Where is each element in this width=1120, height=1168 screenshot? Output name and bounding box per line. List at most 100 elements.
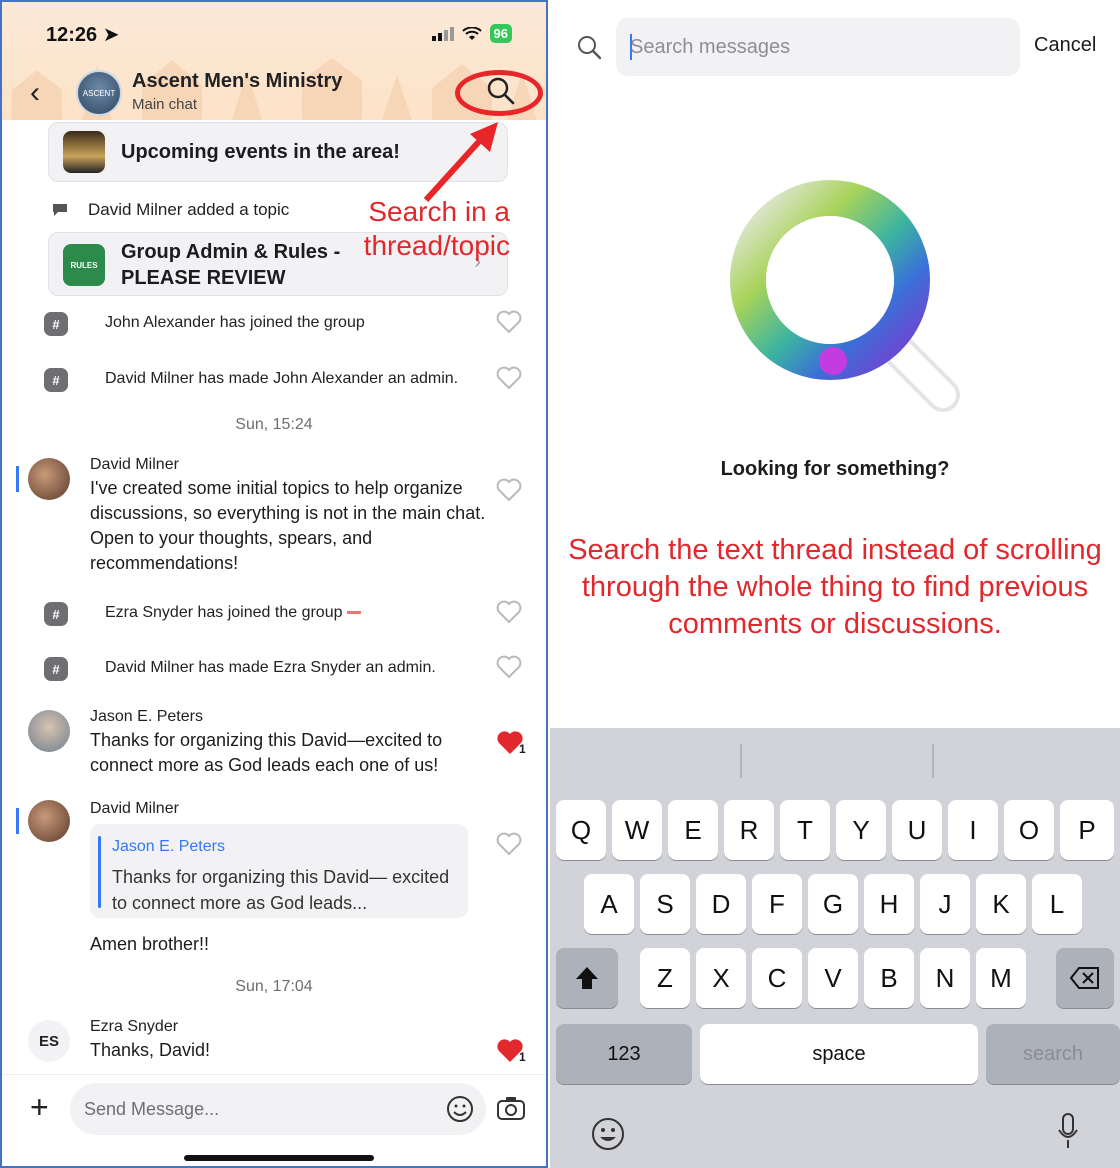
key-t[interactable]: T	[780, 800, 830, 860]
events-thumbnail	[63, 131, 105, 173]
message-item[interactable]: ES Ezra Snyder Thanks, David! 1	[2, 1016, 546, 1072]
numbers-key[interactable]: 123	[556, 1024, 692, 1084]
back-chevron-icon[interactable]: ‹	[30, 76, 40, 110]
key-b[interactable]: B	[864, 948, 914, 1008]
delete-backward-icon	[1070, 967, 1099, 989]
message-text: Thanks for organizing this David—excited…	[90, 730, 443, 775]
magnifier-illustration-icon	[730, 180, 960, 412]
avatar[interactable]	[28, 800, 70, 842]
like-count: 1	[519, 742, 526, 756]
avatar[interactable]: ES	[28, 1020, 70, 1062]
key-d[interactable]: D	[696, 874, 746, 934]
annotation-arrow	[423, 122, 498, 203]
key-w[interactable]: W	[612, 800, 662, 860]
key-g[interactable]: G	[808, 874, 858, 934]
message-author: David Milner	[90, 800, 179, 817]
suggestion-divider	[740, 744, 742, 778]
message-text: I've created some initial topics to help…	[90, 478, 486, 573]
status-indicators: 96	[431, 24, 512, 43]
time-separator: Sun, 15:24	[235, 416, 313, 433]
key-l[interactable]: L	[1032, 874, 1082, 934]
message-author: David Milner	[90, 456, 179, 473]
key-n[interactable]: N	[920, 948, 970, 1008]
microphone-icon[interactable]	[1056, 1112, 1080, 1152]
key-m[interactable]: M	[976, 948, 1026, 1008]
group-system-icon: #	[44, 312, 68, 336]
message-text: Amen brother!!	[90, 934, 210, 954]
heart-outline-icon[interactable]	[496, 600, 522, 624]
suggestion-divider	[932, 744, 934, 778]
key-j[interactable]: J	[920, 874, 970, 934]
key-o[interactable]: O	[1004, 800, 1054, 860]
key-i[interactable]: I	[948, 800, 998, 860]
keyboard: Q W E R T Y U I O P A S D F G H J K L Z …	[550, 728, 1120, 1168]
status-time: 12:26 ➤	[46, 24, 120, 46]
events-card-title: Upcoming events in the area!	[121, 141, 400, 163]
shift-arrow-icon	[576, 967, 598, 989]
key-e[interactable]: E	[668, 800, 718, 860]
heart-outline-icon[interactable]	[496, 655, 522, 679]
key-a[interactable]: A	[584, 874, 634, 934]
annotation-text-right: Search the text thread instead of scroll…	[568, 534, 1102, 640]
search-panel: Cancel Looking for something? Search the…	[550, 0, 1120, 1168]
topic-title-line2: PLEASE REVIEW	[121, 267, 286, 289]
key-c[interactable]: C	[752, 948, 802, 1008]
plus-icon[interactable]: +	[30, 1089, 49, 1126]
topic-title-line1: Group Admin & Rules -	[121, 241, 341, 263]
key-s[interactable]: S	[640, 874, 690, 934]
avatar[interactable]	[28, 710, 70, 752]
time-separator: Sun, 17:04	[235, 978, 313, 995]
wifi-icon	[461, 26, 482, 40]
message-composer: + Send Message...	[2, 1074, 546, 1166]
key-z[interactable]: Z	[640, 948, 690, 1008]
key-q[interactable]: Q	[556, 800, 606, 860]
key-f[interactable]: F	[752, 874, 802, 934]
heart-outline-icon[interactable]	[496, 832, 522, 856]
avatar[interactable]	[28, 458, 70, 500]
quoted-reply[interactable]: Jason E. Peters Thanks for organizing th…	[90, 824, 468, 918]
key-k[interactable]: K	[976, 874, 1026, 934]
key-y[interactable]: Y	[836, 800, 886, 860]
quote-bar	[98, 836, 101, 908]
system-message: # Ezra Snyder has joined the group	[42, 598, 532, 634]
system-message: # David Milner has made John Alexander a…	[42, 364, 532, 400]
system-message: # John Alexander has joined the group	[42, 308, 532, 344]
backspace-key[interactable]	[1056, 948, 1114, 1008]
search-input[interactable]	[630, 28, 1010, 66]
annotation-highlight-ellipse	[455, 70, 543, 116]
key-v[interactable]: V	[808, 948, 858, 1008]
camera-icon[interactable]	[496, 1095, 526, 1121]
search-key[interactable]: search	[986, 1024, 1120, 1084]
key-h[interactable]: H	[864, 874, 914, 934]
cancel-button[interactable]: Cancel	[1034, 34, 1096, 57]
quoted-author: Jason E. Peters	[112, 838, 225, 855]
key-x[interactable]: X	[696, 948, 746, 1008]
shift-key[interactable]	[556, 948, 618, 1008]
space-key[interactable]: space	[700, 1024, 978, 1084]
topic-added-notice: David Milner added a topic	[52, 200, 289, 220]
heart-outline-icon[interactable]	[496, 366, 522, 390]
message-input[interactable]: Send Message...	[70, 1083, 486, 1135]
key-p[interactable]: P	[1060, 800, 1114, 860]
key-r[interactable]: R	[724, 800, 774, 860]
key-u[interactable]: U	[892, 800, 942, 860]
heart-outline-icon[interactable]	[496, 310, 522, 334]
emoji-keyboard-icon[interactable]	[590, 1116, 626, 1152]
unread-indicator	[16, 808, 19, 834]
message-author: Ezra Snyder	[90, 1018, 179, 1035]
chat-subtitle: Main chat	[132, 96, 198, 113]
search-field[interactable]	[616, 18, 1020, 76]
cellular-signal-icon	[431, 26, 454, 41]
heart-outline-icon[interactable]	[496, 478, 522, 502]
chat-bubble-icon	[53, 204, 67, 216]
group-name[interactable]: Ascent Men's Ministry	[132, 70, 342, 93]
group-system-icon: #	[44, 602, 68, 626]
message-item[interactable]: David Milner I've created some initial t…	[2, 454, 546, 574]
emoji-icon[interactable]	[446, 1095, 474, 1123]
like-count: 1	[519, 1050, 526, 1064]
empty-state-title: Looking for something?	[720, 458, 950, 480]
message-item[interactable]: Jason E. Peters Thanks for organizing th…	[2, 706, 546, 786]
group-avatar[interactable]: ASCENT	[76, 70, 122, 116]
search-icon	[578, 36, 602, 60]
system-message: # David Milner has made Ezra Snyder an a…	[42, 653, 532, 689]
